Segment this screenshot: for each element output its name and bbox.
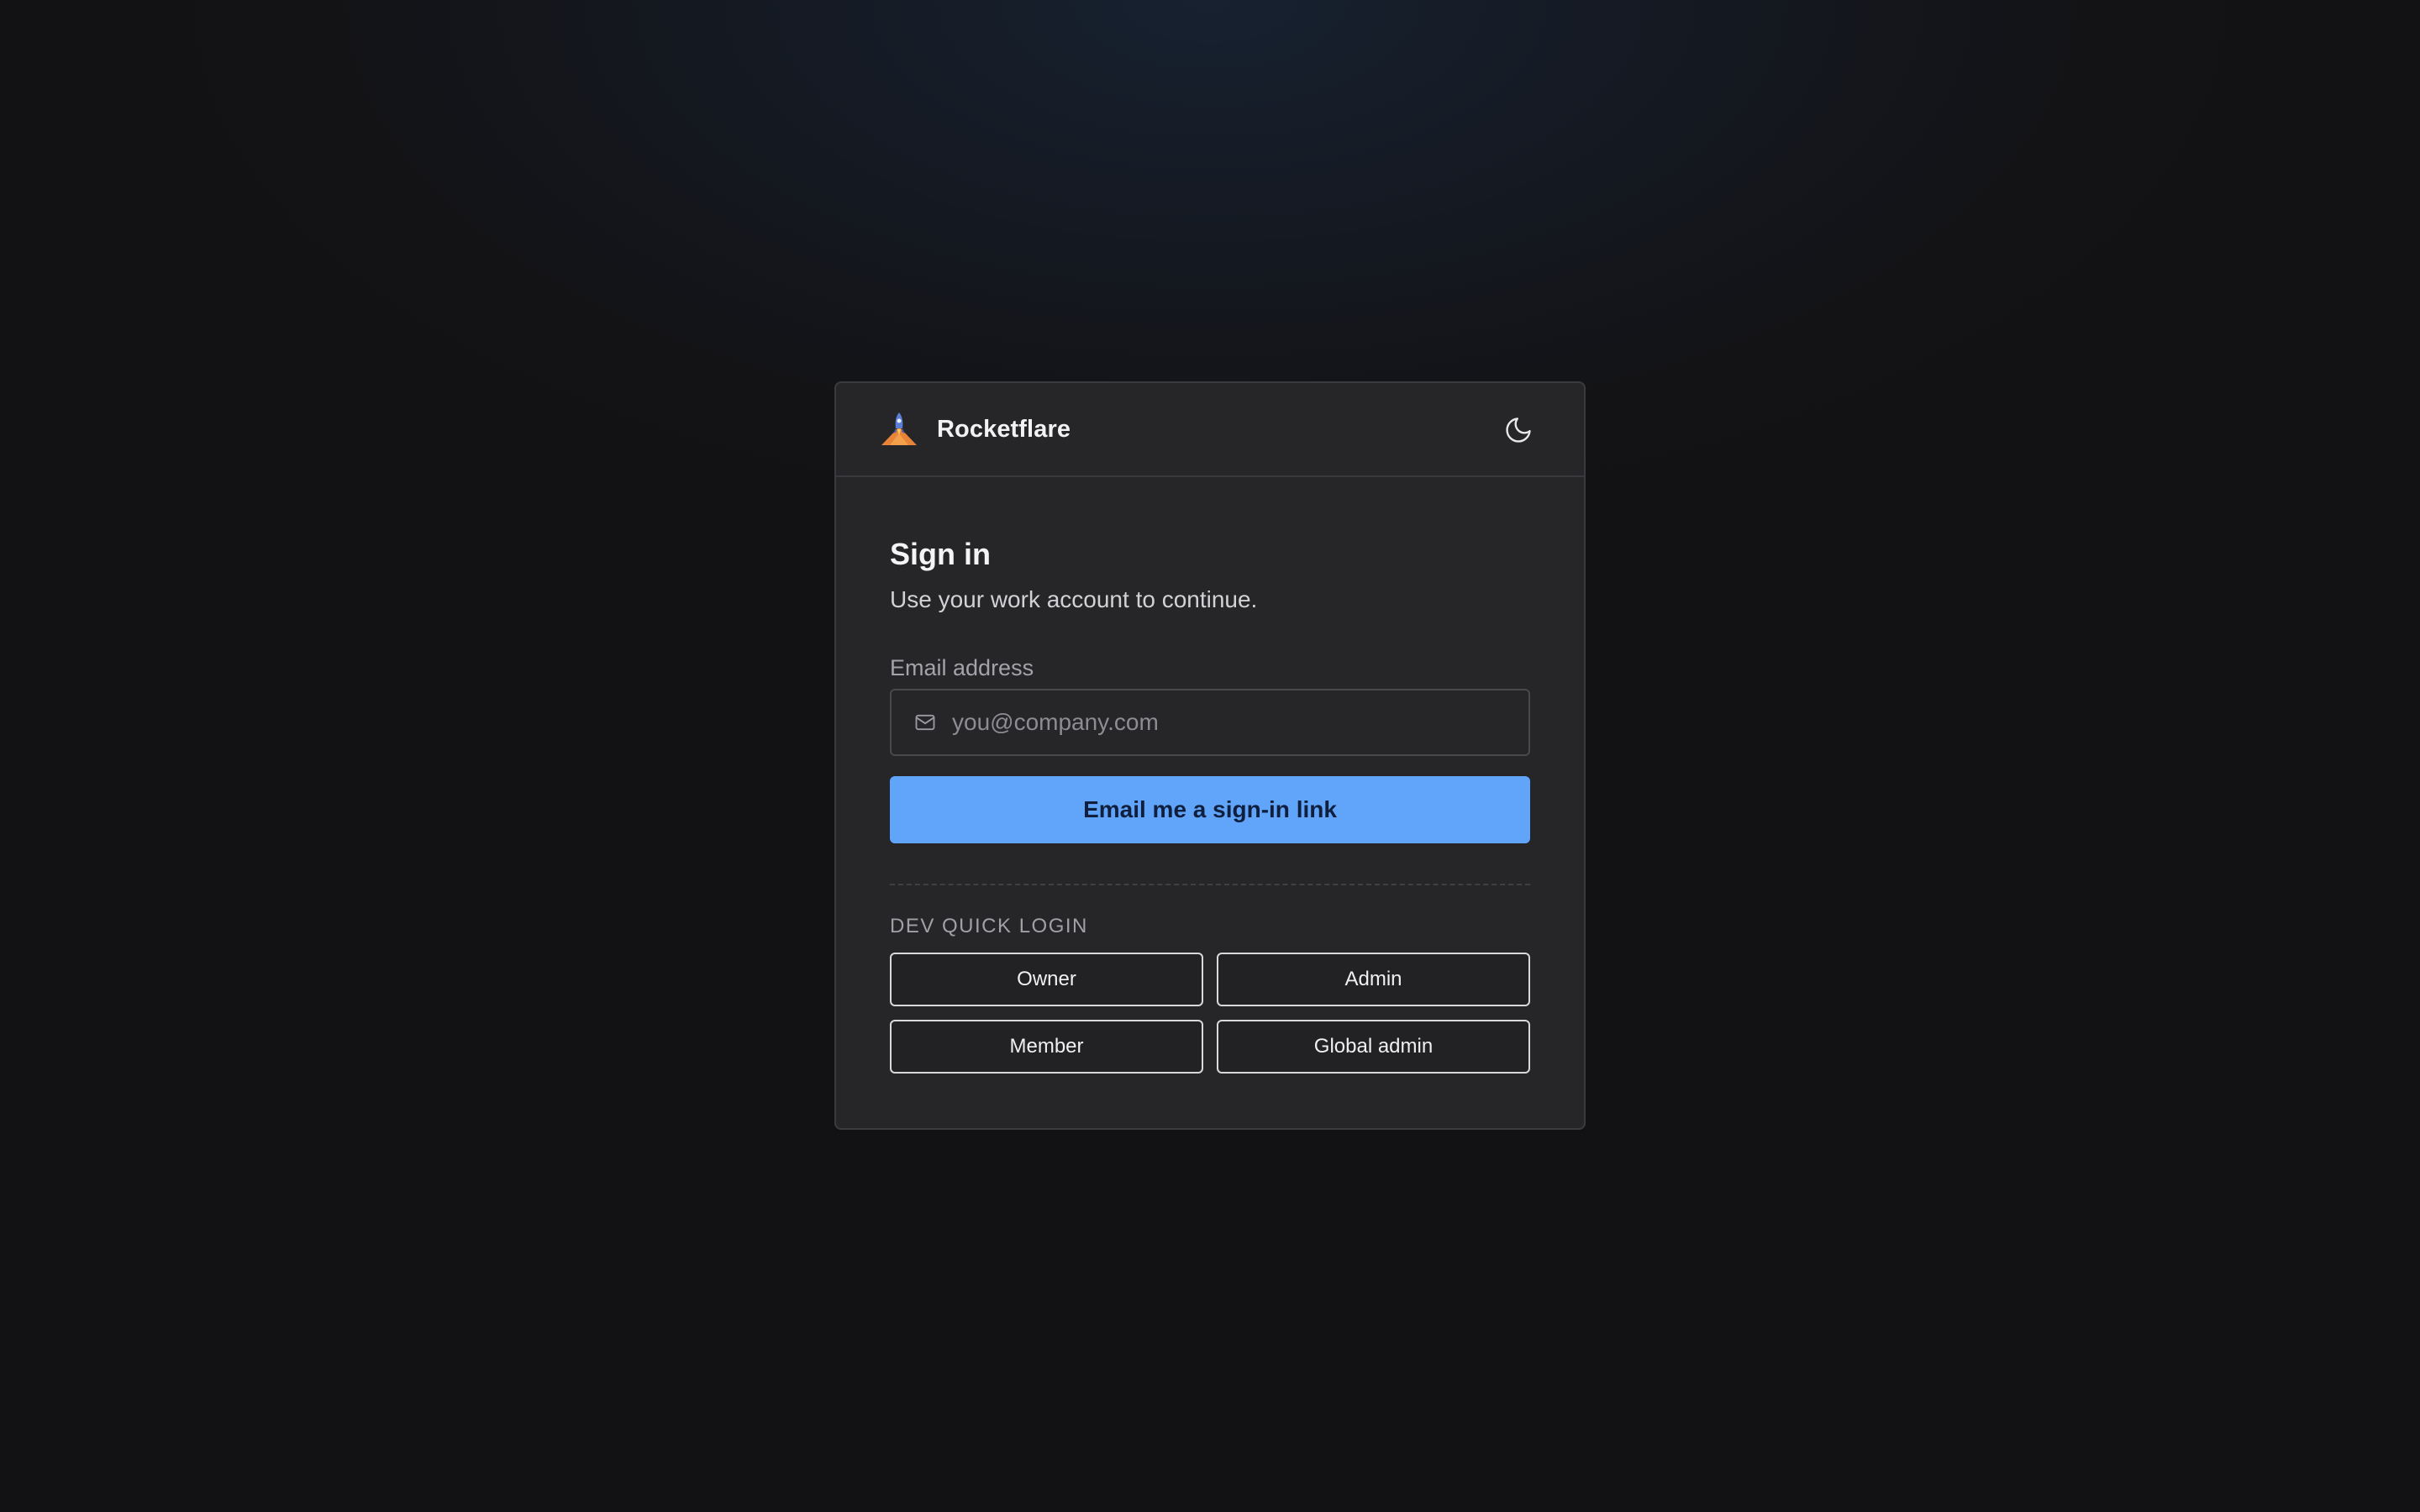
page-title: Sign in xyxy=(890,537,991,571)
dev-quick-login-grid: Owner Admin Member Global admin xyxy=(890,953,1530,1074)
page-subtitle: Use your work account to continue. xyxy=(890,586,1258,612)
quick-login-admin-button[interactable]: Admin xyxy=(1217,953,1530,1006)
quick-login-global-admin-button[interactable]: Global admin xyxy=(1217,1020,1530,1074)
signin-card: Rocketflare Sign in Use your work accoun… xyxy=(834,381,1586,1130)
brand-name: Rocketflare xyxy=(937,415,1071,443)
quick-login-member-button[interactable]: Member xyxy=(890,1020,1203,1074)
email-field[interactable] xyxy=(890,689,1530,756)
rocket-icon xyxy=(880,410,918,449)
mail-icon xyxy=(913,710,939,735)
email-input[interactable] xyxy=(952,690,1528,754)
card-body: Sign in Use your work account to continu… xyxy=(836,477,1584,1074)
email-field-label: Email address xyxy=(890,655,1034,680)
moon-icon[interactable] xyxy=(1502,413,1535,447)
email-signin-link-button[interactable]: Email me a sign-in link xyxy=(890,776,1530,843)
card-header: Rocketflare xyxy=(836,383,1584,477)
quick-login-owner-button[interactable]: Owner xyxy=(890,953,1203,1006)
dashed-divider xyxy=(890,884,1530,885)
dev-quick-login-label: DEV QUICK LOGIN xyxy=(890,915,1088,937)
